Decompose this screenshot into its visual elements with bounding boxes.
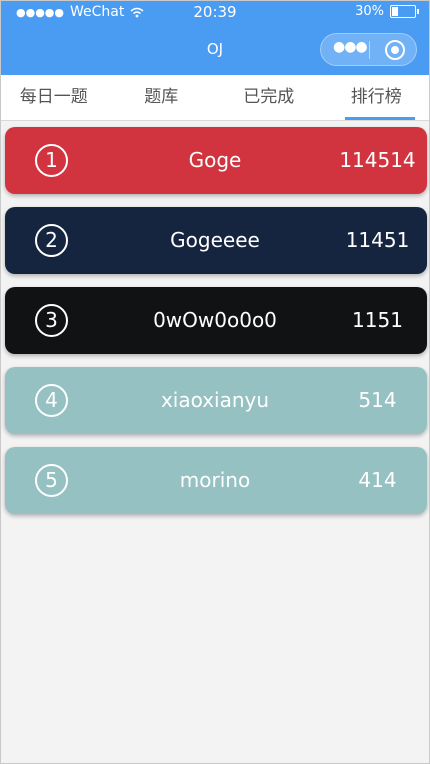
battery-percent: 30% — [355, 4, 384, 19]
battery-fill — [392, 7, 398, 16]
user-name: Goge — [188, 148, 242, 172]
leaderboard-row[interactable]: 1 Goge 114514 — [5, 127, 427, 194]
user-score: 114514 — [339, 148, 416, 172]
user-name: xiaoxianyu — [160, 388, 270, 412]
user-score: 1151 — [352, 308, 403, 332]
status-bar: ●●●●● WeChat 20:39 30% — [0, 0, 430, 24]
rank-badge: 3 — [35, 304, 68, 337]
leaderboard-row[interactable]: 5 morino 414 — [5, 447, 427, 514]
user-name: 0wOw0o0o0 — [153, 308, 277, 332]
user-score: 414 — [358, 468, 397, 492]
tab-completed[interactable]: 已完成 — [215, 75, 323, 120]
tab-daily-problem[interactable]: 每日一题 — [0, 75, 108, 120]
rank-badge: 4 — [35, 384, 68, 417]
battery-info: 30% — [355, 4, 419, 19]
tab-problem-bank[interactable]: 题库 — [108, 75, 216, 120]
battery-icon — [390, 5, 419, 18]
leaderboard-row[interactable]: 3 0wOw0o0o0 1151 — [5, 287, 427, 354]
leaderboard-row[interactable]: 4 xiaoxianyu 514 — [5, 367, 427, 434]
user-score: 514 — [358, 388, 397, 412]
top-bar: ●●●●● WeChat 20:39 30% OJ ●●● — [0, 0, 430, 75]
rank-badge: 5 — [35, 464, 68, 497]
menu-capsule: ●●● — [320, 33, 417, 66]
user-name: morino — [179, 468, 251, 492]
tab-bar: 每日一题 题库 已完成 排行榜 — [0, 75, 430, 121]
leaderboard-list: 1 Goge 114514 2 Gogeeee 11451 3 0wOw0o0o… — [5, 127, 427, 527]
more-icon[interactable]: ●●● — [333, 39, 368, 55]
rank-badge: 1 — [35, 144, 68, 177]
leaderboard-row[interactable]: 2 Gogeeee 11451 — [5, 207, 427, 274]
tab-leaderboard[interactable]: 排行榜 — [323, 75, 430, 120]
capsule-divider — [369, 41, 370, 59]
rank-badge: 2 — [35, 224, 68, 257]
user-score: 11451 — [345, 228, 410, 252]
user-name: Gogeeee — [170, 228, 260, 252]
close-target-icon[interactable] — [385, 40, 405, 60]
